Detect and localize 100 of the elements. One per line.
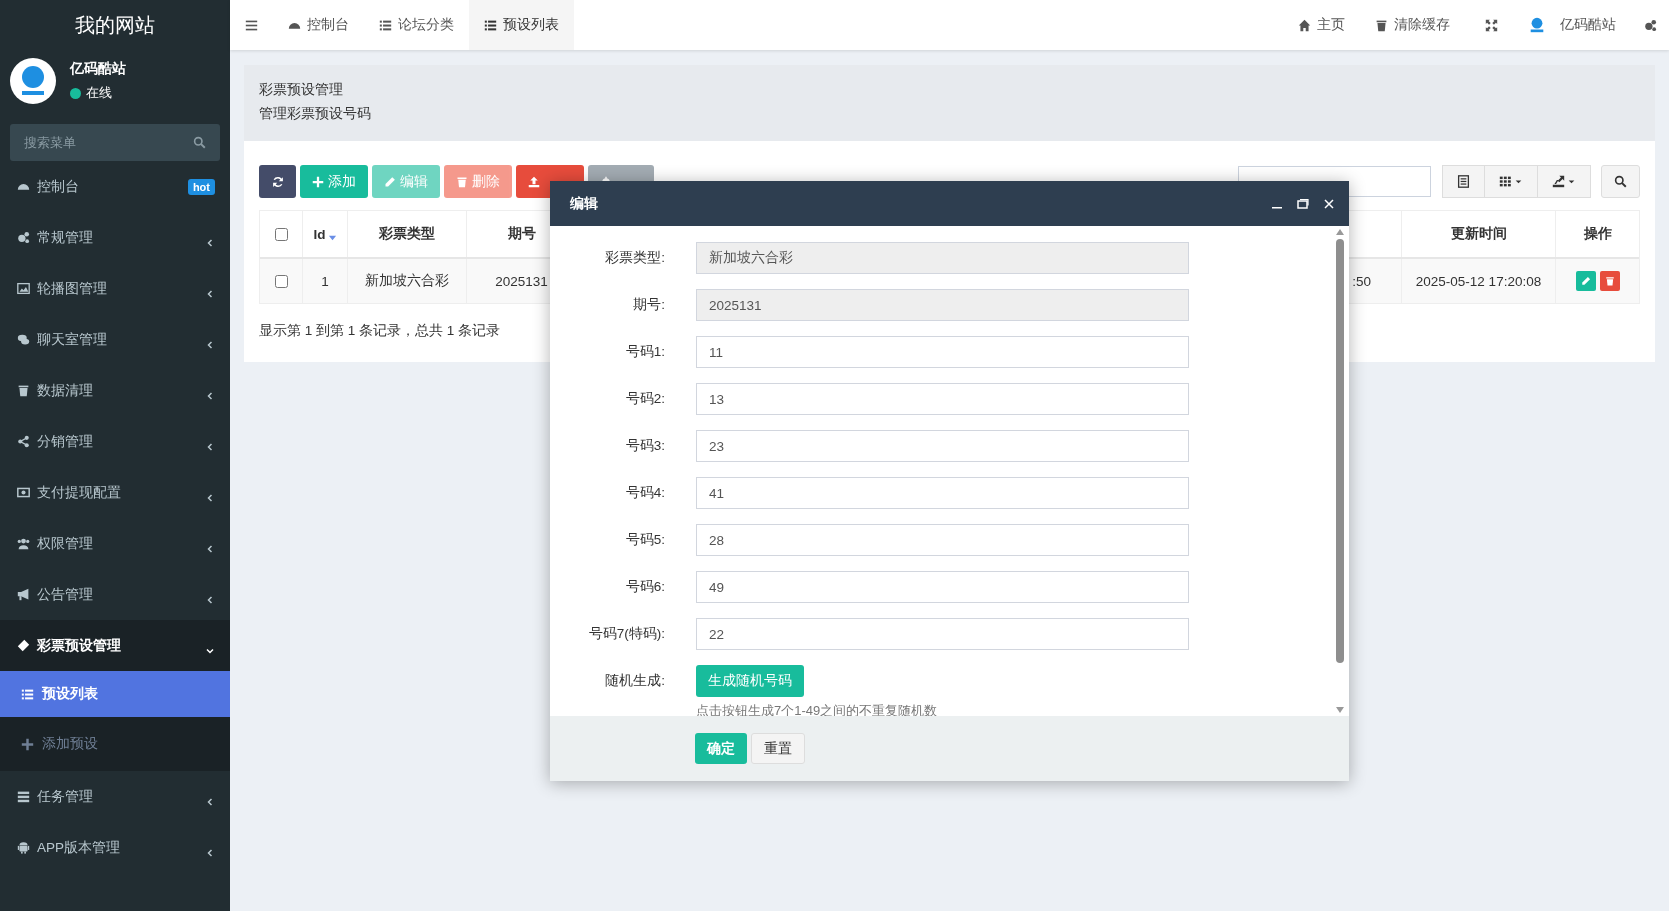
chevron-left-icon bbox=[205, 796, 215, 807]
delete-button[interactable] bbox=[1599, 271, 1620, 291]
table-cell: :50 bbox=[1352, 273, 1371, 289]
submenu-item[interactable]: 预设列表 bbox=[0, 671, 230, 717]
menu-item[interactable]: 任务管理 bbox=[0, 771, 230, 822]
field-label: 号码6: bbox=[624, 578, 666, 596]
tag-icon bbox=[17, 639, 30, 652]
columns-button[interactable] bbox=[1484, 165, 1538, 198]
menu-item[interactable]: 聊天室管理 bbox=[0, 314, 230, 365]
input-field[interactable]: 新加坡六合彩 bbox=[696, 242, 1189, 274]
scroll-up-icon[interactable] bbox=[1335, 228, 1345, 236]
input-field[interactable]: 2025131 bbox=[696, 289, 1189, 321]
menu-search-field[interactable]: 搜索菜单 bbox=[10, 124, 220, 161]
avatar bbox=[1528, 16, 1546, 34]
grid-icon bbox=[1499, 175, 1512, 188]
caret-icon bbox=[1567, 177, 1576, 186]
nav-tab[interactable]: 预设列表 bbox=[469, 0, 574, 50]
menu-item[interactable]: 权限管理 bbox=[0, 518, 230, 569]
chevron-left-icon bbox=[205, 594, 215, 605]
input-field[interactable]: 49 bbox=[696, 571, 1189, 603]
trash-icon bbox=[1375, 18, 1388, 32]
table-cell: 2025131 bbox=[495, 273, 548, 289]
fullscreen-icon[interactable] bbox=[1485, 18, 1498, 32]
user-name[interactable]: 亿码酷站 bbox=[1560, 16, 1616, 34]
input-field[interactable]: 13 bbox=[696, 383, 1189, 415]
list-icon bbox=[484, 18, 497, 32]
home-icon bbox=[1298, 18, 1311, 32]
trash-icon bbox=[1604, 276, 1615, 286]
menu-item[interactable]: 数据清理 bbox=[0, 365, 230, 416]
field-label: 号码4: bbox=[624, 484, 666, 502]
row-checkbox[interactable] bbox=[274, 274, 288, 288]
avatar bbox=[10, 58, 56, 104]
pencil-icon bbox=[384, 175, 396, 188]
chat-icon bbox=[17, 333, 30, 346]
menu-item[interactable]: 支付提现配置 bbox=[0, 467, 230, 518]
select-all-checkbox[interactable] bbox=[274, 227, 288, 241]
plus-icon bbox=[21, 737, 34, 751]
export-button[interactable] bbox=[1537, 165, 1591, 198]
pagination-text: 显示第 1 到第 1 条记录，总共 1 条记录 bbox=[259, 322, 502, 340]
chevron-left-icon bbox=[205, 390, 215, 401]
toggle-view-button[interactable] bbox=[1442, 165, 1485, 198]
scroll-down-icon[interactable] bbox=[1335, 706, 1345, 714]
search-icon[interactable] bbox=[193, 136, 206, 149]
document-icon bbox=[1457, 175, 1470, 188]
input-field[interactable]: 23 bbox=[696, 430, 1189, 462]
nav-tab[interactable]: 论坛分类 bbox=[364, 0, 469, 50]
trash-icon bbox=[17, 384, 30, 397]
column-header[interactable]: 操作 bbox=[1556, 211, 1639, 257]
submenu-item[interactable]: 添加预设 bbox=[0, 717, 230, 771]
nav-tab[interactable]: 控制台 bbox=[273, 0, 364, 50]
column-header[interactable]: Id bbox=[303, 211, 348, 257]
export-icon bbox=[1552, 175, 1565, 188]
menu-item[interactable]: 轮播图管理 bbox=[0, 263, 230, 314]
maximize-icon[interactable] bbox=[1297, 197, 1309, 210]
field-label: 号码1: bbox=[624, 343, 666, 361]
chevron-left-icon bbox=[205, 288, 215, 299]
menu-icon[interactable] bbox=[245, 18, 258, 32]
share-icon bbox=[17, 435, 30, 448]
upload-icon bbox=[528, 175, 540, 188]
chevron-left-icon bbox=[205, 492, 215, 503]
site-title: 我的网站 bbox=[74, 13, 156, 38]
menu-item[interactable]: 控制台 hot bbox=[0, 161, 230, 212]
menu-item[interactable]: APP版本管理 bbox=[0, 822, 230, 873]
close-icon[interactable] bbox=[1323, 197, 1335, 210]
reset-button[interactable]: 重置 bbox=[751, 733, 805, 764]
field-label: 彩票类型: bbox=[604, 249, 666, 267]
chevron-left-icon bbox=[205, 339, 215, 350]
nav-link[interactable]: 清除缓存 bbox=[1360, 0, 1465, 50]
input-field[interactable]: 28 bbox=[696, 524, 1189, 556]
column-header[interactable]: 更新时间 bbox=[1402, 211, 1556, 257]
caret-icon bbox=[1514, 177, 1523, 186]
user-status: 在线 bbox=[86, 84, 112, 102]
chevron-left-icon bbox=[205, 543, 215, 554]
field-label: 号码2: bbox=[624, 390, 666, 408]
refresh-button[interactable] bbox=[259, 165, 296, 198]
hot-badge: hot bbox=[187, 178, 215, 195]
gears-icon bbox=[17, 231, 30, 244]
field-label: 随机生成: bbox=[604, 672, 666, 690]
input-field[interactable]: 11 bbox=[696, 336, 1189, 368]
input-field[interactable]: 41 bbox=[696, 477, 1189, 509]
users-icon bbox=[17, 537, 30, 550]
menu-item[interactable]: 彩票预设管理 bbox=[0, 620, 230, 671]
field-label: 号码5: bbox=[624, 531, 666, 549]
table-cell: 2025-05-12 17:20:08 bbox=[1415, 273, 1542, 289]
table-cell: 新加坡六合彩 bbox=[365, 272, 449, 290]
robot-icon bbox=[17, 841, 30, 854]
settings-icon[interactable] bbox=[1644, 18, 1657, 32]
menu-item[interactable]: 公告管理 bbox=[0, 569, 230, 620]
dialog-title: 编辑 bbox=[570, 194, 598, 213]
field-label: 号码3: bbox=[624, 437, 666, 455]
list-icon bbox=[379, 18, 392, 32]
field-label: 号码7(特码): bbox=[587, 625, 666, 643]
column-header[interactable]: 彩票类型 bbox=[348, 211, 467, 257]
menu-item[interactable]: 常规管理 bbox=[0, 212, 230, 263]
search-button[interactable] bbox=[1601, 165, 1640, 198]
nav-link[interactable]: 主页 bbox=[1283, 0, 1360, 50]
input-field[interactable]: 22 bbox=[696, 618, 1189, 650]
menu-item[interactable]: 分销管理 bbox=[0, 416, 230, 467]
pencil-icon bbox=[1580, 276, 1591, 286]
plus-icon bbox=[312, 175, 324, 188]
